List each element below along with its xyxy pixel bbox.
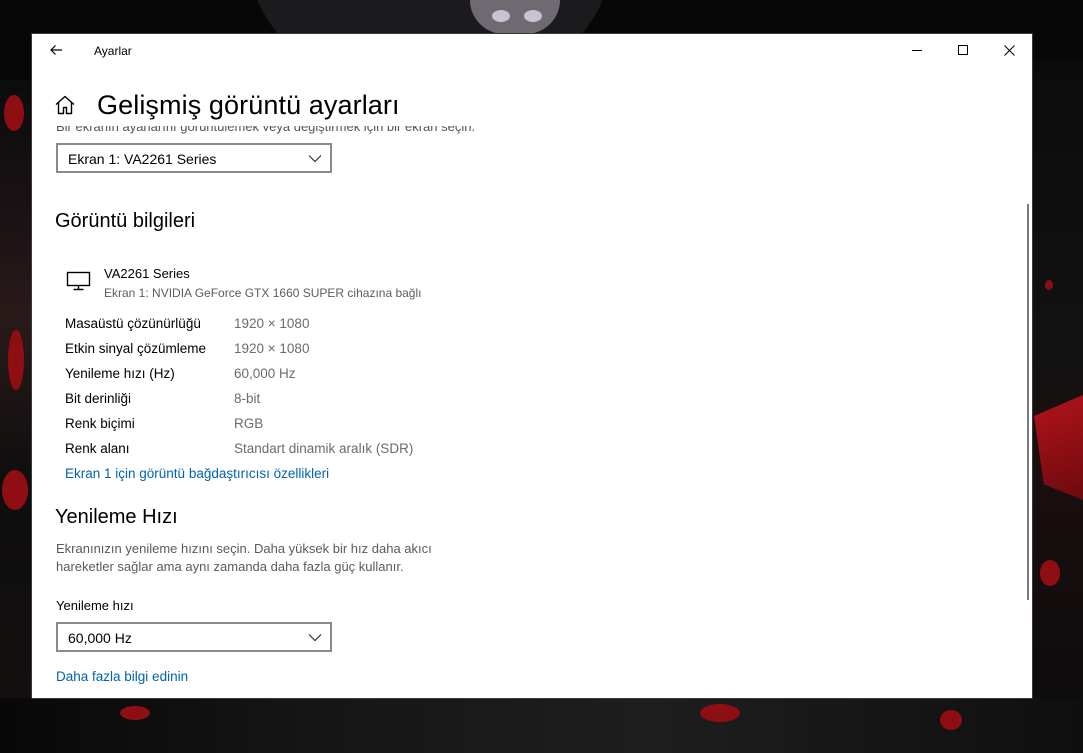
learn-more-link[interactable]: Daha fazla bilgi edinin (56, 669, 188, 684)
display-select-value: Ekran 1: VA2261 Series (68, 151, 217, 167)
refresh-rate-label: Yenileme hızı (56, 598, 134, 613)
monitor-icon (66, 271, 91, 291)
display-info-heading: Görüntü bilgileri (55, 210, 196, 232)
home-icon (55, 95, 75, 115)
scrollbar[interactable] (1027, 204, 1029, 600)
refresh-rate-description: Ekranınızın yenileme hızını seçin. Daha … (56, 540, 476, 576)
minimize-icon (912, 50, 922, 51)
wallpaper-bottom-strip (0, 698, 1083, 753)
info-value: 1920 × 1080 (234, 316, 310, 331)
maximize-button[interactable] (940, 34, 986, 66)
info-value: Standart dinamik aralık (SDR) (234, 441, 414, 456)
info-label: Renk alanı (65, 441, 130, 456)
display-select[interactable]: Ekran 1: VA2261 Series (56, 143, 332, 173)
refresh-rate-select[interactable]: 60,000 Hz (56, 622, 332, 652)
info-label: Masaüstü çözünürlüğü (65, 316, 201, 331)
wallpaper-blood-splatter (120, 706, 150, 720)
wallpaper-blood-splatter (8, 330, 24, 390)
refresh-rate-heading: Yenileme Hızı (55, 506, 178, 528)
info-label: Etkin sinyal çözümleme (65, 341, 207, 356)
info-value: 1920 × 1080 (234, 341, 310, 356)
info-label: Renk biçimi (65, 416, 135, 431)
close-icon (1003, 44, 1015, 56)
wallpaper-blood-splatter (940, 710, 962, 730)
monitor-connection: Ekran 1: NVIDIA GeForce GTX 1660 SUPER c… (104, 286, 422, 300)
monitor-name: VA2261 Series (104, 266, 190, 281)
info-label: Bit derinliği (65, 391, 132, 406)
refresh-desc-line: hareketler sağlar ama aynı zamanda daha … (56, 559, 404, 574)
wallpaper-blood-splatter (4, 95, 24, 131)
chevron-down-icon (308, 634, 322, 642)
close-button[interactable] (986, 34, 1032, 66)
wallpaper-left-strip (0, 80, 32, 753)
info-value: 8-bit (234, 391, 261, 406)
minimize-button[interactable] (894, 34, 940, 66)
wallpaper-eye-right (524, 10, 542, 22)
wallpaper-blood-splatter (700, 704, 740, 722)
refresh-desc-line: Ekranınızın yenileme hızını seçin. Daha … (56, 541, 432, 556)
wallpaper-eye-left (492, 10, 510, 22)
wallpaper-blood-splatter (1045, 280, 1053, 290)
wallpaper-blood-splatter (1040, 560, 1060, 586)
app-title: Ayarlar (94, 44, 132, 58)
back-arrow-icon (50, 45, 62, 55)
refresh-rate-select-value: 60,000 Hz (68, 630, 132, 646)
settings-window: Ayarlar Gelişmiş görüntü ayarları Bir ek… (32, 34, 1032, 698)
title-bar: Ayarlar (32, 34, 1032, 66)
maximize-icon (958, 45, 968, 55)
home-button[interactable] (54, 94, 78, 118)
page-header: Gelişmiş görüntü ayarları (32, 82, 1032, 132)
back-button[interactable] (42, 40, 70, 60)
adapter-properties-link[interactable]: Ekran 1 için görüntü bağdaştırıcısı özel… (65, 466, 329, 481)
info-label: Yenileme hızı (Hz) (65, 366, 175, 381)
chevron-down-icon (308, 155, 322, 163)
page-title: Gelişmiş görüntü ayarları (97, 90, 400, 120)
wallpaper-blood-splatter (2, 470, 28, 510)
info-value: 60,000 Hz (234, 366, 296, 381)
info-value: RGB (234, 416, 264, 431)
